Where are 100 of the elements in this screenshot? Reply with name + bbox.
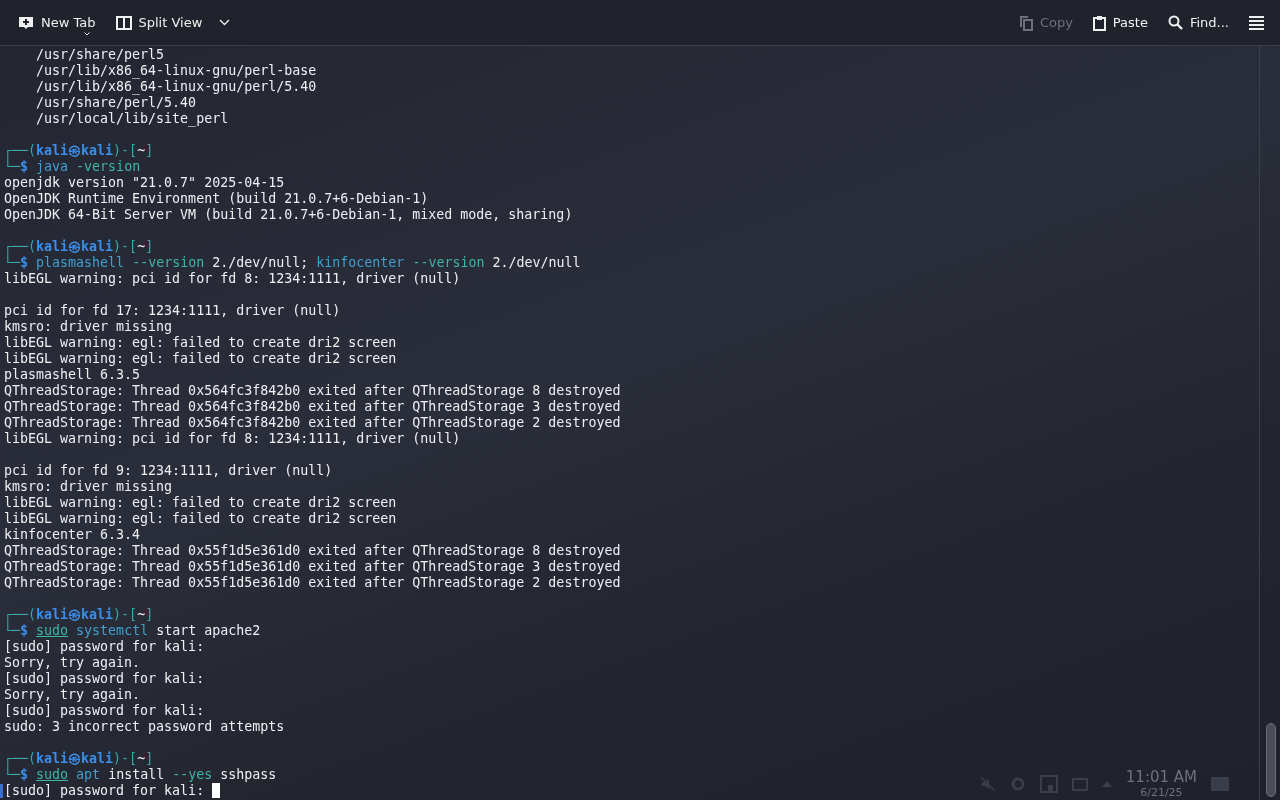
prompt-separator: ㉿ <box>68 751 82 766</box>
plus-tab-icon <box>18 14 34 31</box>
command-argument: 2./dev/null <box>492 255 581 270</box>
command-argument: sshpass <box>220 767 277 782</box>
output-line: [sudo] password for kali: <box>4 703 205 718</box>
output-line: plasmashell 6.3.5 <box>4 367 141 382</box>
clipboard-icon <box>1092 14 1106 31</box>
command-option: --yes <box>172 767 213 782</box>
output-line: QThreadStorage: Thread 0x55f1d5e361d0 exited after QThreadStorage 3 destroyed <box>4 559 621 574</box>
prompt-frame: ] <box>145 751 154 766</box>
output-line: QThreadStorage: Thread 0x564fc3f842b0 exited after QThreadStorage 8 destroyed <box>4 383 621 398</box>
prompt-frame: ┌──( <box>4 143 37 158</box>
prompt-directory: ~ <box>137 143 146 158</box>
prompt-symbol: $ <box>20 159 29 174</box>
output-line: QThreadStorage: Thread 0x55f1d5e361d0 exited after QThreadStorage 8 destroyed <box>4 543 621 558</box>
output-line: /usr/local/lib/site_perl <box>35 111 229 126</box>
prompt-frame: ┌──( <box>4 751 37 766</box>
prompt-host: kali <box>81 143 114 158</box>
output-line: pci id for fd 17: 1234:1111, driver (null) <box>4 303 341 318</box>
chevron-down-icon <box>219 19 231 26</box>
output-line: [sudo] password for kali: <box>4 671 205 686</box>
output-line: QThreadStorage: Thread 0x564fc3f842b0 exited after QThreadStorage 3 destroyed <box>4 399 621 414</box>
output-line: Sorry, try again. <box>4 655 141 670</box>
new-tab-button[interactable]: New Tab <box>10 6 104 39</box>
prompt-directory: ~ <box>137 607 146 622</box>
prompt-directory: ~ <box>137 239 146 254</box>
window-thumbnail-icon[interactable] <box>1211 777 1229 791</box>
output-line: /usr/share/perl5 <box>35 47 165 62</box>
output-line: [sudo] password for kali: <box>4 639 205 654</box>
prompt-user: kali <box>36 607 69 622</box>
output-line: libEGL warning: egl: failed to create dri2 screen <box>4 351 397 366</box>
prompt-frame: )-[ <box>113 143 138 158</box>
copy-icon <box>1018 14 1033 31</box>
prompt-frame: └─ <box>4 255 20 270</box>
output-line: libEGL warning: egl: failed to create dri2 screen <box>4 511 397 526</box>
prompt-symbol: $ <box>20 255 29 270</box>
output-line: libEGL warning: egl: failed to create dri2 screen <box>4 495 397 510</box>
prompt-frame: )-[ <box>113 607 138 622</box>
output-line: OpenJDK Runtime Environment (build 21.0.7+6-Debian-1) <box>4 191 429 206</box>
command-option: --version <box>132 255 205 270</box>
output-line: /usr/share/perl/5.40 <box>35 95 197 110</box>
prompt-frame: ┌──( <box>4 239 37 254</box>
prompt-separator: ㉿ <box>68 607 82 622</box>
prompt-frame: ] <box>145 143 154 158</box>
sudo-keyword: sudo <box>36 767 69 782</box>
output-line: OpenJDK 64-Bit Server VM (build 21.0.7+6-Debian-1, mixed mode, sharing) <box>4 207 573 222</box>
output-line: QThreadStorage: Thread 0x564fc3f842b0 exited after QThreadStorage 2 destroyed <box>4 415 621 430</box>
prompt-frame: )-[ <box>113 239 138 254</box>
command-argument: install <box>108 767 165 782</box>
sudo-keyword: sudo <box>36 623 69 638</box>
output-line: kmsro: driver missing <box>4 479 173 494</box>
clock-date: 6/21/25 <box>1140 787 1183 798</box>
prompt-directory: ~ <box>137 751 146 766</box>
split-view-icon <box>115 14 132 31</box>
menu-icon <box>1249 15 1264 30</box>
output-line: /usr/lib/x86_64-linux-gnu/perl/5.40 <box>35 79 317 94</box>
muted-speaker-icon[interactable] <box>979 776 996 792</box>
output-line: QThreadStorage: Thread 0x55f1d5e361d0 exited after QThreadStorage 2 destroyed <box>4 575 621 590</box>
command-name: apt <box>76 767 101 782</box>
command-name: kinfocenter <box>316 255 405 270</box>
prompt-host: kali <box>81 607 114 622</box>
up-arrow-icon[interactable] <box>1101 781 1112 787</box>
caret-icon <box>84 32 90 37</box>
prompt-user: kali <box>36 751 69 766</box>
output-line: libEGL warning: pci id for fd 8: 1234:1111, driver (null) <box>4 431 461 446</box>
output-line: Sorry, try again. <box>4 687 141 702</box>
prompt-user: kali <box>36 143 69 158</box>
output-line: libEGL warning: egl: failed to create dri2 screen <box>4 335 397 350</box>
clock-time: 11:01 AM <box>1125 770 1197 785</box>
prompt-user: kali <box>36 239 69 254</box>
output-line: [sudo] password for kali: <box>4 783 206 798</box>
prompt-frame: ┌──( <box>4 607 37 622</box>
split-view-button[interactable]: Split View <box>107 6 239 39</box>
prompt-frame: )-[ <box>113 751 138 766</box>
command-argument: start apache2 <box>156 623 261 638</box>
output-line: openjdk version "21.0.7" 2025-04-15 <box>4 175 285 190</box>
scrollbar-thumb[interactable] <box>1266 723 1276 797</box>
command-argument: 2./dev/null; <box>212 255 309 270</box>
prompt-frame: ] <box>145 239 154 254</box>
prompt-symbol: $ <box>20 767 29 782</box>
command-name: systemctl <box>76 623 149 638</box>
prompt-frame: └─ <box>4 767 20 782</box>
output-line: pci id for fd 9: 1234:1111, driver (null) <box>4 463 333 478</box>
prompt-symbol: $ <box>20 623 29 638</box>
command-option: --version <box>412 255 485 270</box>
prompt-separator: ㉿ <box>68 143 82 158</box>
output-line: /usr/lib/x86_64-linux-gnu/perl-base <box>35 63 317 78</box>
prompt-frame: └─ <box>4 623 20 638</box>
prompt-host: kali <box>81 751 114 766</box>
output-line: sudo: 3 incorrect password attempts <box>4 719 285 734</box>
command-option: -version <box>76 159 141 174</box>
output-line: kmsro: driver missing <box>4 319 173 334</box>
prompt-frame: └─ <box>4 159 20 174</box>
prompt-separator: ㉿ <box>68 239 82 254</box>
output-line: libEGL warning: pci id for fd 8: 1234:1111, driver (null) <box>4 271 461 286</box>
prompt-host: kali <box>81 239 114 254</box>
paste-button[interactable]: Paste <box>1084 6 1156 39</box>
find-button[interactable]: Find... <box>1159 6 1237 39</box>
command-name: plasmashell <box>36 255 125 270</box>
command-name: java <box>36 159 69 174</box>
